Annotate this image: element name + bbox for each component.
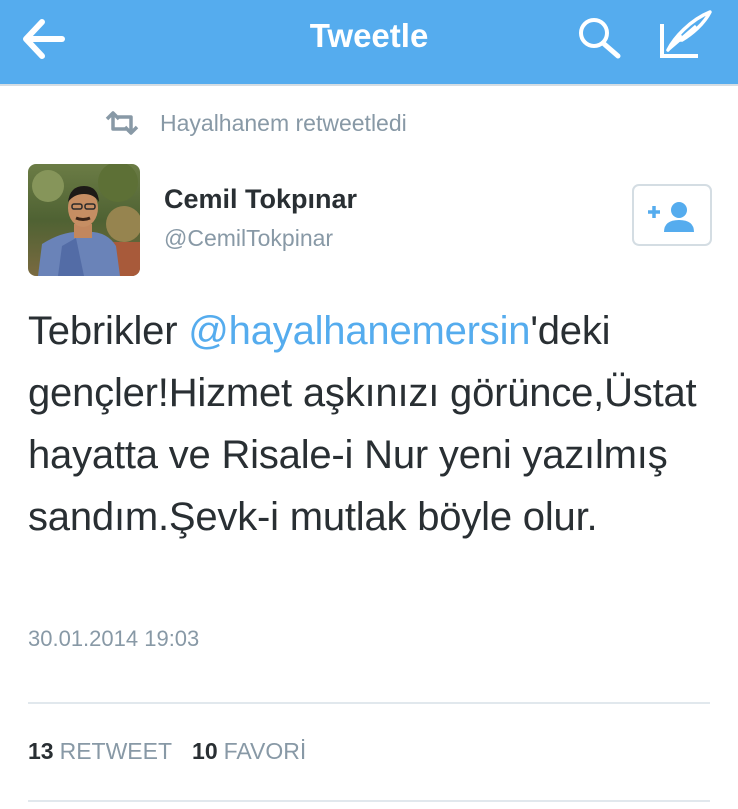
retweet-context-label: Hayalhanem retweetledi (160, 109, 407, 136)
search-icon[interactable] (574, 14, 626, 62)
tweet-text-before: Tebrikler (28, 309, 189, 353)
divider (28, 800, 710, 802)
divider (28, 702, 710, 704)
page-title: Tweetle (309, 17, 429, 54)
top-bar-divider (0, 84, 738, 86)
retweet-count[interactable]: 13 (28, 738, 54, 765)
follow-button[interactable] (632, 184, 712, 246)
avatar[interactable] (28, 164, 140, 276)
top-bar: Tweetle (0, 0, 738, 84)
tweet-timestamp: 30.01.2014 19:03 (28, 626, 200, 651)
favorite-count[interactable]: 10 (192, 738, 218, 765)
compose-tweet-icon[interactable] (654, 8, 716, 62)
add-user-icon (648, 202, 694, 232)
retweet-icon (105, 111, 139, 135)
tweet-text: Tebrikler @hayalhanemersin'deki gençler!… (28, 300, 718, 548)
retweet-context[interactable]: Hayalhanem retweetledi (104, 108, 407, 138)
author-name[interactable]: Cemil Tokpınar (164, 184, 357, 215)
mention-link[interactable]: @hayalhanemersin (188, 309, 530, 353)
author-handle[interactable]: @CemilTokpinar (164, 225, 333, 252)
avatar-photo (28, 164, 140, 276)
favorite-label[interactable]: FAVORİ (224, 738, 307, 765)
retweet-label[interactable]: RETWEET (60, 738, 172, 765)
tweet-stats: 13 RETWEET 10 FAVORİ (28, 738, 326, 765)
